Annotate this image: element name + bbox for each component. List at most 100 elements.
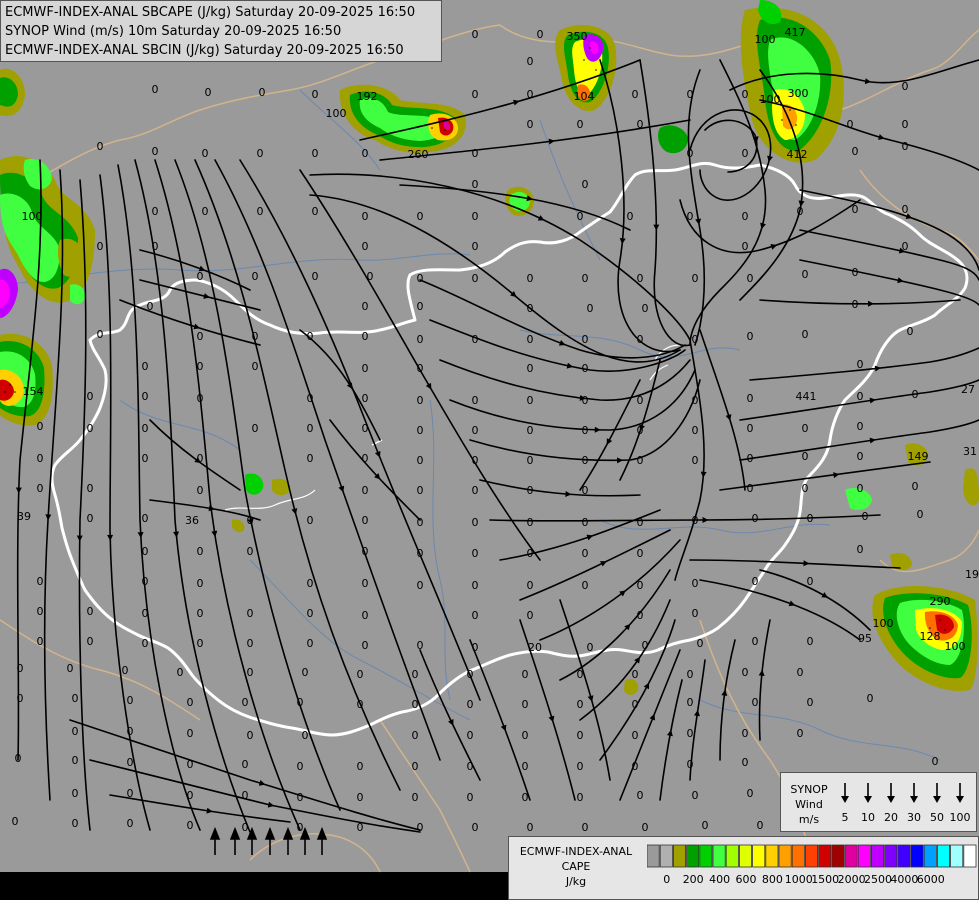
cape-color-swatch bbox=[699, 844, 713, 868]
map-value-label: 0 bbox=[637, 272, 644, 285]
map-value-label: 0 bbox=[472, 272, 479, 285]
map-value-label: 0 bbox=[417, 300, 424, 313]
map-value-label: 0 bbox=[142, 422, 149, 435]
map-value-label: 0 bbox=[247, 637, 254, 650]
map-value-label: 0 bbox=[702, 819, 709, 832]
cape-color-swatch bbox=[712, 844, 726, 868]
synop-legend-arrow: 30 bbox=[907, 783, 921, 824]
map-value-label: 0 bbox=[577, 210, 584, 223]
map-value-label: 0 bbox=[87, 512, 94, 525]
cape-color-swatch bbox=[950, 844, 964, 868]
map-value-label: 0 bbox=[747, 272, 754, 285]
map-value-label: 0 bbox=[362, 147, 369, 160]
map-value-label: 0 bbox=[197, 607, 204, 620]
map-value-label: 0 bbox=[632, 668, 639, 681]
map-value-label: 0 bbox=[417, 424, 424, 437]
map-value-label: 0 bbox=[797, 727, 804, 740]
cape-color-swatch bbox=[870, 844, 884, 868]
map-value-label: 0 bbox=[852, 145, 859, 158]
map-value-label: 0 bbox=[642, 821, 649, 834]
map-value-label: 0 bbox=[582, 333, 589, 346]
map-value-label: 0 bbox=[577, 791, 584, 804]
map-value-label: 0 bbox=[362, 362, 369, 375]
map-value-label: 0 bbox=[857, 390, 864, 403]
map-value-label: 0 bbox=[472, 547, 479, 560]
map-value-label: 0 bbox=[747, 452, 754, 465]
map-value-label: 0 bbox=[37, 452, 44, 465]
map-value-label: 0 bbox=[582, 178, 589, 191]
map-value-label: 0 bbox=[747, 422, 754, 435]
map-value-label: 0 bbox=[97, 328, 104, 341]
map-value-label: 0 bbox=[152, 83, 159, 96]
map-value-label: 0 bbox=[197, 577, 204, 590]
map-value-label: 0 bbox=[857, 358, 864, 371]
map-value-label: 0 bbox=[912, 388, 919, 401]
map-value-label: 0 bbox=[127, 787, 134, 800]
map-value-label: 0 bbox=[582, 424, 589, 437]
synop-legend-arrow: 20 bbox=[884, 783, 898, 824]
map-value-label: 0 bbox=[527, 88, 534, 101]
map-value-label: 0 bbox=[687, 88, 694, 101]
map-value-label: 0 bbox=[142, 390, 149, 403]
map-value-label: 0 bbox=[857, 450, 864, 463]
cape-color-swatch bbox=[778, 844, 792, 868]
map-value-label: 0 bbox=[472, 484, 479, 497]
map-value-label: 0 bbox=[187, 727, 194, 740]
map-value-label: 0 bbox=[632, 729, 639, 742]
map-value-label: 0 bbox=[752, 512, 759, 525]
cape-color-swatch bbox=[647, 844, 660, 868]
map-value-label: 0 bbox=[417, 454, 424, 467]
map-value-label: 0 bbox=[527, 579, 534, 592]
map-value-label: 0 bbox=[122, 664, 129, 677]
map-value-label: 0 bbox=[257, 147, 264, 160]
map-value-label: 0 bbox=[187, 819, 194, 832]
cape-legend-label: 1500 bbox=[811, 873, 839, 886]
map-value-label: 0 bbox=[527, 454, 534, 467]
cape-legend-label: 600 bbox=[736, 873, 757, 886]
map-value-label: 0 bbox=[297, 760, 304, 773]
map-value-label: 0 bbox=[692, 272, 699, 285]
map-value-label: 0 bbox=[142, 575, 149, 588]
map-value-label: 0 bbox=[472, 424, 479, 437]
map-value-label: 0 bbox=[362, 577, 369, 590]
map-value-label: 100 bbox=[755, 33, 776, 46]
synop-legend-value: 10 bbox=[861, 811, 875, 824]
map-value-label: 0 bbox=[362, 609, 369, 622]
map-value-label: 0 bbox=[472, 609, 479, 622]
map-value-label: 0 bbox=[202, 147, 209, 160]
map-value-label: 0 bbox=[197, 637, 204, 650]
map-value-label: 0 bbox=[747, 330, 754, 343]
map-value-label: 0 bbox=[527, 424, 534, 437]
map-value-label: 441 bbox=[796, 390, 817, 403]
map-value-label: 0 bbox=[527, 516, 534, 529]
map-value-label: 0 bbox=[312, 270, 319, 283]
map-value-label: 0 bbox=[417, 639, 424, 652]
map-value-label: 0 bbox=[72, 817, 79, 830]
map-value-label: 0 bbox=[902, 203, 909, 216]
map-value-label: 0 bbox=[362, 452, 369, 465]
map-value-label: 0 bbox=[15, 752, 22, 765]
map-value-label: 0 bbox=[247, 607, 254, 620]
map-value-label: 0 bbox=[259, 86, 266, 99]
map-value-label: 0 bbox=[857, 543, 864, 556]
cape-legend-title: ECMWF-INDEX-ANAL CAPE J/kg bbox=[512, 844, 640, 889]
map-value-label: 0 bbox=[742, 88, 749, 101]
map-value-label: 0 bbox=[87, 605, 94, 618]
map-value-label: 0 bbox=[297, 821, 304, 834]
map-value-label: 0 bbox=[417, 272, 424, 285]
map-value-label: 0 bbox=[357, 668, 364, 681]
synop-legend-arrow: 5 bbox=[841, 783, 849, 824]
map-value-label: 0 bbox=[582, 484, 589, 497]
map-value-label: 100 bbox=[873, 617, 894, 630]
cape-legend-label: 400 bbox=[709, 873, 730, 886]
map-value-label: 0 bbox=[527, 362, 534, 375]
cape-legend-label: 2000 bbox=[838, 873, 866, 886]
map-value-label: 0 bbox=[637, 789, 644, 802]
map-value-label: 0 bbox=[582, 394, 589, 407]
map-value-label: 0 bbox=[252, 422, 259, 435]
map-value-label: 0 bbox=[417, 394, 424, 407]
map-value-label: 0 bbox=[127, 694, 134, 707]
map-value-label: 0 bbox=[577, 760, 584, 773]
map-value-label: 0 bbox=[687, 696, 694, 709]
cape-legend-title2: CAPE bbox=[561, 860, 591, 873]
